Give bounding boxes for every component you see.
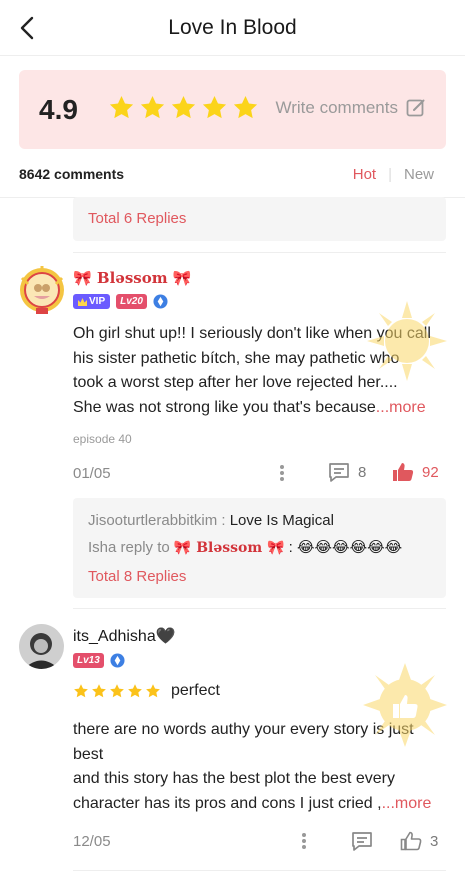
rating-score: 4.9 <box>39 94 78 125</box>
comment-count: 8642 comments <box>19 166 125 182</box>
total-replies-link[interactable]: Total 8 Replies <box>88 568 432 585</box>
total-replies-link[interactable]: Total 6 Replies <box>88 210 186 227</box>
reply-box: Jisooturtlerabbitkim : Love Is Magical I… <box>73 498 446 598</box>
thumbs-up-icon <box>400 831 422 851</box>
level-badge: Lv20 <box>116 294 147 309</box>
write-comments-button[interactable]: Write comments <box>276 98 427 118</box>
star-icon <box>110 684 124 698</box>
comment-icon[interactable] <box>351 831 373 851</box>
edit-icon <box>406 99 425 117</box>
reply-count: 8 <box>358 463 367 481</box>
sort-separator: | <box>388 166 392 183</box>
avatar[interactable] <box>16 264 68 316</box>
sort-hot-tab[interactable]: Hot <box>353 166 376 183</box>
thumbs-up-icon <box>393 463 414 481</box>
verified-icon <box>110 653 125 668</box>
user-rating: perfect <box>73 682 220 700</box>
star-icon <box>171 96 196 119</box>
reply-box: Total 6 Replies <box>73 197 446 241</box>
like-button[interactable]: 92 <box>392 462 439 482</box>
level-badge: Lv13 <box>73 653 104 668</box>
vip-badge: VIP <box>73 294 111 309</box>
star-icon <box>74 684 88 698</box>
comment-icon <box>329 463 349 482</box>
reply-item[interactable]: Isha reply to 🎀 Bləssom 🎀 : 😂😂😂😂😂😂 <box>88 538 432 568</box>
sort-switch: Hot | New <box>353 166 434 183</box>
crown-icon <box>78 297 87 306</box>
rating-card: 4.9 Write comments <box>19 70 446 149</box>
more-link[interactable]: ...more <box>382 795 432 812</box>
rating-tag: perfect <box>171 682 220 699</box>
star-icon <box>146 684 160 698</box>
divider <box>73 608 446 609</box>
star-icon <box>109 96 134 119</box>
more-link[interactable]: ...more <box>376 399 426 416</box>
rating-stars <box>108 94 259 121</box>
like-button[interactable]: 3 <box>400 831 438 851</box>
divider <box>73 870 446 871</box>
star-icon <box>202 96 227 119</box>
page-title: Love In Blood <box>168 16 297 39</box>
thumbs-badge-icon <box>363 663 447 747</box>
comments-toolbar: 8642 comments Hot | New <box>19 164 446 186</box>
more-options-icon[interactable] <box>301 832 307 850</box>
sun-badge-icon <box>367 301 447 381</box>
top-bar: Love In Blood <box>0 0 465 56</box>
reply-button[interactable]: 8 <box>328 462 366 482</box>
comment-date: 01/05 <box>73 465 111 482</box>
user-badges: VIP Lv20 <box>73 294 168 309</box>
more-options-icon[interactable] <box>279 464 285 482</box>
username[interactable]: its_Adhisha🖤 <box>73 626 176 646</box>
verified-icon <box>153 294 168 309</box>
divider <box>73 252 446 253</box>
like-count: 92 <box>422 463 439 481</box>
like-count: 3 <box>430 832 439 850</box>
username[interactable]: 🎀 Bləssom 🎀 <box>73 269 191 287</box>
user-badges: Lv13 <box>73 653 125 668</box>
star-icon <box>92 684 106 698</box>
star-icon <box>233 96 258 119</box>
write-comments-label: Write comments <box>275 98 399 117</box>
star-icon <box>140 96 165 119</box>
mention[interactable]: 🎀 Bləssom 🎀 <box>174 540 285 556</box>
star-icon <box>128 684 142 698</box>
comment-date: 12/05 <box>73 833 111 850</box>
reply-item[interactable]: Jisooturtlerabbitkim : Love Is Magical <box>88 512 432 538</box>
avatar[interactable] <box>19 624 64 669</box>
sort-new-tab[interactable]: New <box>404 166 434 183</box>
episode-label: episode 40 <box>73 432 132 446</box>
